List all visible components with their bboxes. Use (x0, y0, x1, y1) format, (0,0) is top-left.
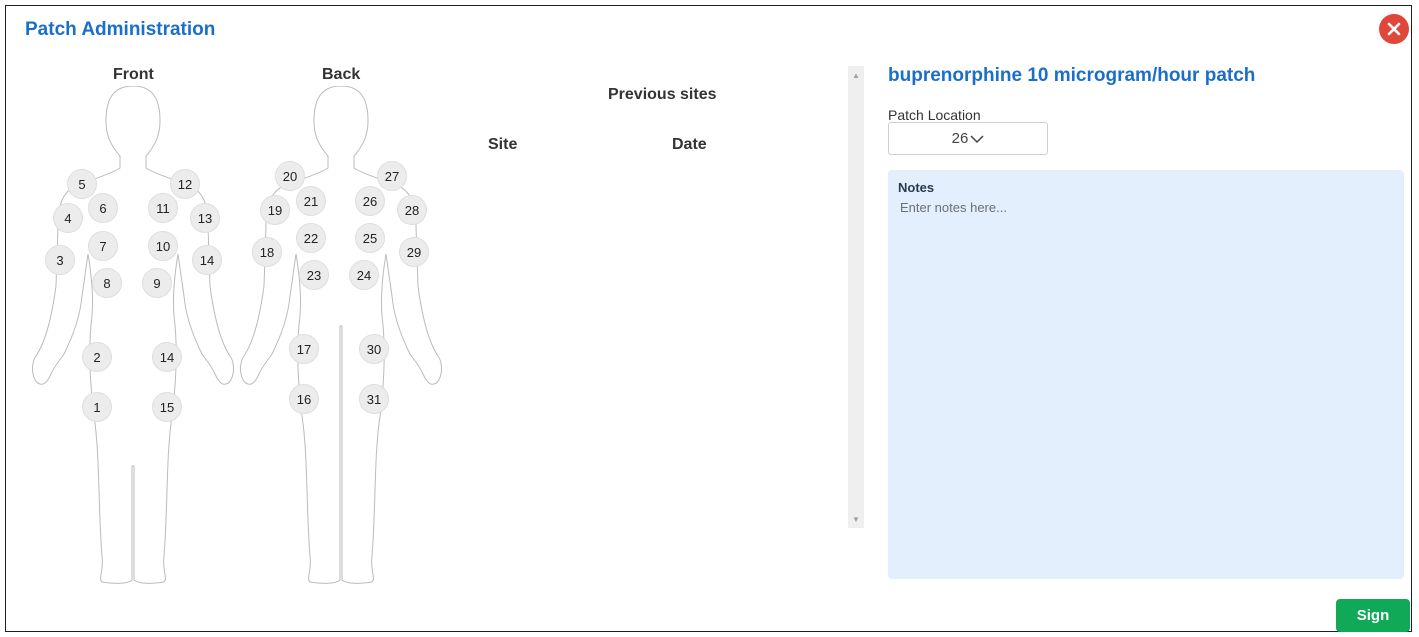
site-13[interactable]: 13 (190, 203, 220, 233)
back-label: Back (322, 66, 361, 83)
site-16[interactable]: 16 (289, 384, 319, 414)
notes-input[interactable] (898, 198, 1396, 572)
patch-location-value: 26 (951, 130, 969, 147)
site-4[interactable]: 4 (53, 203, 83, 233)
patch-location-label: Patch Location (888, 107, 981, 123)
patch-location-select[interactable]: 26 (888, 122, 1048, 155)
notes-label: Notes (898, 180, 935, 195)
site-30[interactable]: 30 (359, 334, 389, 364)
site-20[interactable]: 20 (275, 161, 305, 191)
dialog-title: Patch Administration (25, 19, 216, 40)
site-15[interactable]: 15 (152, 392, 182, 422)
site-28[interactable]: 28 (397, 195, 427, 225)
date-column-header: Date (672, 136, 707, 153)
site-12[interactable]: 12 (170, 169, 200, 199)
site-23[interactable]: 23 (299, 260, 329, 290)
site-11[interactable]: 11 (148, 193, 178, 223)
sign-button[interactable]: Sign (1336, 599, 1410, 632)
back-body-outline (240, 86, 442, 584)
site-10[interactable]: 10 (148, 231, 178, 261)
site-6[interactable]: 6 (88, 193, 118, 223)
site-9[interactable]: 9 (142, 268, 172, 298)
site-8[interactable]: 8 (92, 268, 122, 298)
site-26[interactable]: 26 (355, 186, 385, 216)
patch-administration-dialog: Patch Administration Front Back 1 2 3 4 … (5, 5, 1412, 632)
site-29[interactable]: 29 (399, 237, 429, 267)
previous-sites-title: Previous sites (608, 86, 717, 103)
front-body-outline (32, 86, 234, 584)
notes-panel: Notes (888, 170, 1404, 579)
site-18[interactable]: 18 (252, 237, 282, 267)
site-31[interactable]: 31 (359, 384, 389, 414)
scroll-up-icon[interactable]: ▲ (848, 68, 864, 82)
front-label: Front (113, 66, 154, 83)
site-14-arm[interactable]: 14 (192, 245, 222, 275)
site-27[interactable]: 27 (377, 161, 407, 191)
site-5[interactable]: 5 (67, 169, 97, 199)
site-14-leg[interactable]: 14 (152, 342, 182, 372)
close-button[interactable] (1379, 14, 1409, 44)
site-24[interactable]: 24 (349, 260, 379, 290)
close-icon (1387, 22, 1401, 36)
site-7[interactable]: 7 (88, 231, 118, 261)
scroll-down-icon[interactable]: ▼ (848, 512, 864, 526)
site-21[interactable]: 21 (296, 186, 326, 216)
chevron-down-icon (970, 134, 984, 143)
site-19[interactable]: 19 (260, 195, 290, 225)
site-2[interactable]: 2 (82, 342, 112, 372)
site-3[interactable]: 3 (45, 245, 75, 275)
site-22[interactable]: 22 (296, 223, 326, 253)
site-1[interactable]: 1 (82, 392, 112, 422)
site-25[interactable]: 25 (355, 223, 385, 253)
site-column-header: Site (488, 136, 518, 153)
previous-sites-scrollbar[interactable]: ▲ ▼ (848, 66, 864, 528)
site-17[interactable]: 17 (289, 334, 319, 364)
medication-name: buprenorphine 10 microgram/hour patch (888, 65, 1256, 86)
